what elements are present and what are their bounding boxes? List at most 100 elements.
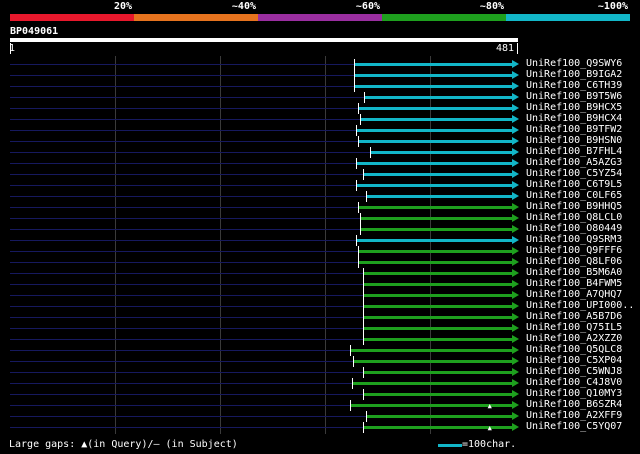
hit-alignment-bar — [358, 140, 513, 143]
scale-text: =100char. — [462, 439, 517, 450]
query-id: BP049061 — [10, 26, 59, 37]
legend-segment — [258, 14, 382, 21]
hit-alignment-bar — [363, 327, 513, 330]
hit-unaligned-line — [10, 196, 366, 197]
hit-alignment-bar — [358, 206, 513, 209]
legend-segment — [382, 14, 506, 21]
hit-arrow-icon — [512, 368, 519, 376]
hit-unaligned-line — [10, 229, 360, 230]
hit-unaligned-line — [10, 119, 360, 120]
hit-alignment-bar — [353, 382, 513, 385]
scale-bar — [438, 444, 462, 447]
hit-unaligned-line — [10, 306, 363, 307]
hit-arrow-icon — [512, 401, 519, 409]
hit-alignment-bar — [363, 393, 513, 396]
legend-segment — [506, 14, 630, 21]
ruler-end-tick — [517, 43, 518, 54]
hit-unaligned-line — [10, 207, 358, 208]
legend-label: 20% — [113, 1, 132, 12]
hit-arrow-icon — [512, 236, 519, 244]
hit-arrow-icon — [512, 335, 519, 343]
identity-legend-labels: 20% ~40% ~60% ~80% ~100% — [0, 0, 640, 14]
hit-arrow-icon — [512, 93, 519, 101]
hit-unaligned-line — [10, 108, 358, 109]
hit-unaligned-line — [10, 174, 363, 175]
legend-label: ~60% — [355, 1, 380, 12]
hit-alignment-bar — [358, 107, 513, 110]
hit-alignment-bar — [360, 217, 513, 220]
hit-arrow-icon — [512, 225, 519, 233]
hit-alignment-bar — [363, 316, 513, 319]
ruler-end-label: 481 — [496, 43, 515, 54]
legend-label: ~40% — [231, 1, 256, 12]
hit-alignment-bar — [363, 294, 513, 297]
hit-arrow-icon — [512, 192, 519, 200]
hit-unaligned-line — [10, 86, 355, 87]
hit-row[interactable]: ▲ UniRef100_C5YQ07 — [0, 421, 640, 433]
hit-unaligned-line — [10, 350, 351, 351]
hit-arrow-icon — [512, 115, 519, 123]
hit-unaligned-line — [10, 218, 360, 219]
hit-alignment-bar — [360, 118, 513, 121]
hit-alignment-bar — [354, 360, 513, 363]
hit-alignment-bar — [357, 239, 513, 242]
legend-label: ~80% — [479, 1, 504, 12]
hit-arrow-icon — [512, 423, 519, 431]
hit-name-link[interactable]: UniRef100_C5YQ07 — [526, 421, 622, 433]
hit-unaligned-line — [10, 262, 358, 263]
hit-arrow-icon — [512, 291, 519, 299]
hit-alignment-bar — [355, 63, 513, 66]
legend-segment — [134, 14, 258, 21]
hit-unaligned-line — [10, 317, 363, 318]
hit-unaligned-line — [10, 130, 357, 131]
hit-arrow-icon — [512, 357, 519, 365]
hit-arrow-icon — [512, 82, 519, 90]
hit-arrow-icon — [512, 412, 519, 420]
hit-unaligned-line — [10, 372, 363, 373]
hit-unaligned-line — [10, 427, 363, 428]
hit-arrow-icon — [512, 71, 519, 79]
hit-alignment-bar — [357, 184, 513, 187]
hit-unaligned-line — [10, 240, 357, 241]
hit-arrow-icon — [512, 148, 519, 156]
hit-arrow-icon — [512, 247, 519, 255]
hit-arrow-icon — [512, 126, 519, 134]
hit-arrow-icon — [512, 104, 519, 112]
hit-unaligned-line — [10, 163, 357, 164]
query-gap-marker-icon: ▲ — [487, 424, 492, 432]
identity-color-legend — [10, 14, 630, 21]
hit-alignment-bar — [357, 162, 513, 165]
hit-alignment-bar — [355, 74, 513, 77]
hit-arrow-icon — [512, 159, 519, 167]
hit-alignment-bar — [355, 85, 513, 88]
hit-alignment-bar — [358, 250, 513, 253]
gap-legend-text: Large gaps: ▲(in Query)/— (in Subject) — [9, 439, 238, 450]
hit-arrow-icon — [512, 390, 519, 398]
hit-alignment-bar — [363, 283, 513, 286]
hit-unaligned-line — [10, 273, 363, 274]
query-bar — [10, 38, 518, 42]
hit-arrow-icon — [512, 60, 519, 68]
hit-alignment-bar — [363, 371, 513, 374]
hit-unaligned-line — [10, 185, 357, 186]
hit-unaligned-line — [10, 361, 354, 362]
hit-arrow-icon — [512, 269, 519, 277]
hit-unaligned-line — [10, 251, 358, 252]
hit-arrow-icon — [512, 280, 519, 288]
hit-arrow-icon — [512, 181, 519, 189]
hit-alignment-bar — [366, 195, 513, 198]
hit-arrow-icon — [512, 137, 519, 145]
hit-alignment-bar — [358, 261, 513, 264]
hit-unaligned-line — [10, 64, 355, 65]
hit-unaligned-line — [10, 97, 364, 98]
hit-alignment-bar — [363, 338, 513, 341]
hit-alignment-bar — [351, 349, 513, 352]
hit-arrow-icon — [512, 346, 519, 354]
hit-unaligned-line — [10, 405, 351, 406]
hit-arrow-icon — [512, 170, 519, 178]
hit-unaligned-line — [10, 152, 371, 153]
hit-arrow-icon — [512, 214, 519, 222]
hit-unaligned-line — [10, 295, 363, 296]
hit-arrow-icon — [512, 324, 519, 332]
hit-alignment-bar — [363, 173, 513, 176]
